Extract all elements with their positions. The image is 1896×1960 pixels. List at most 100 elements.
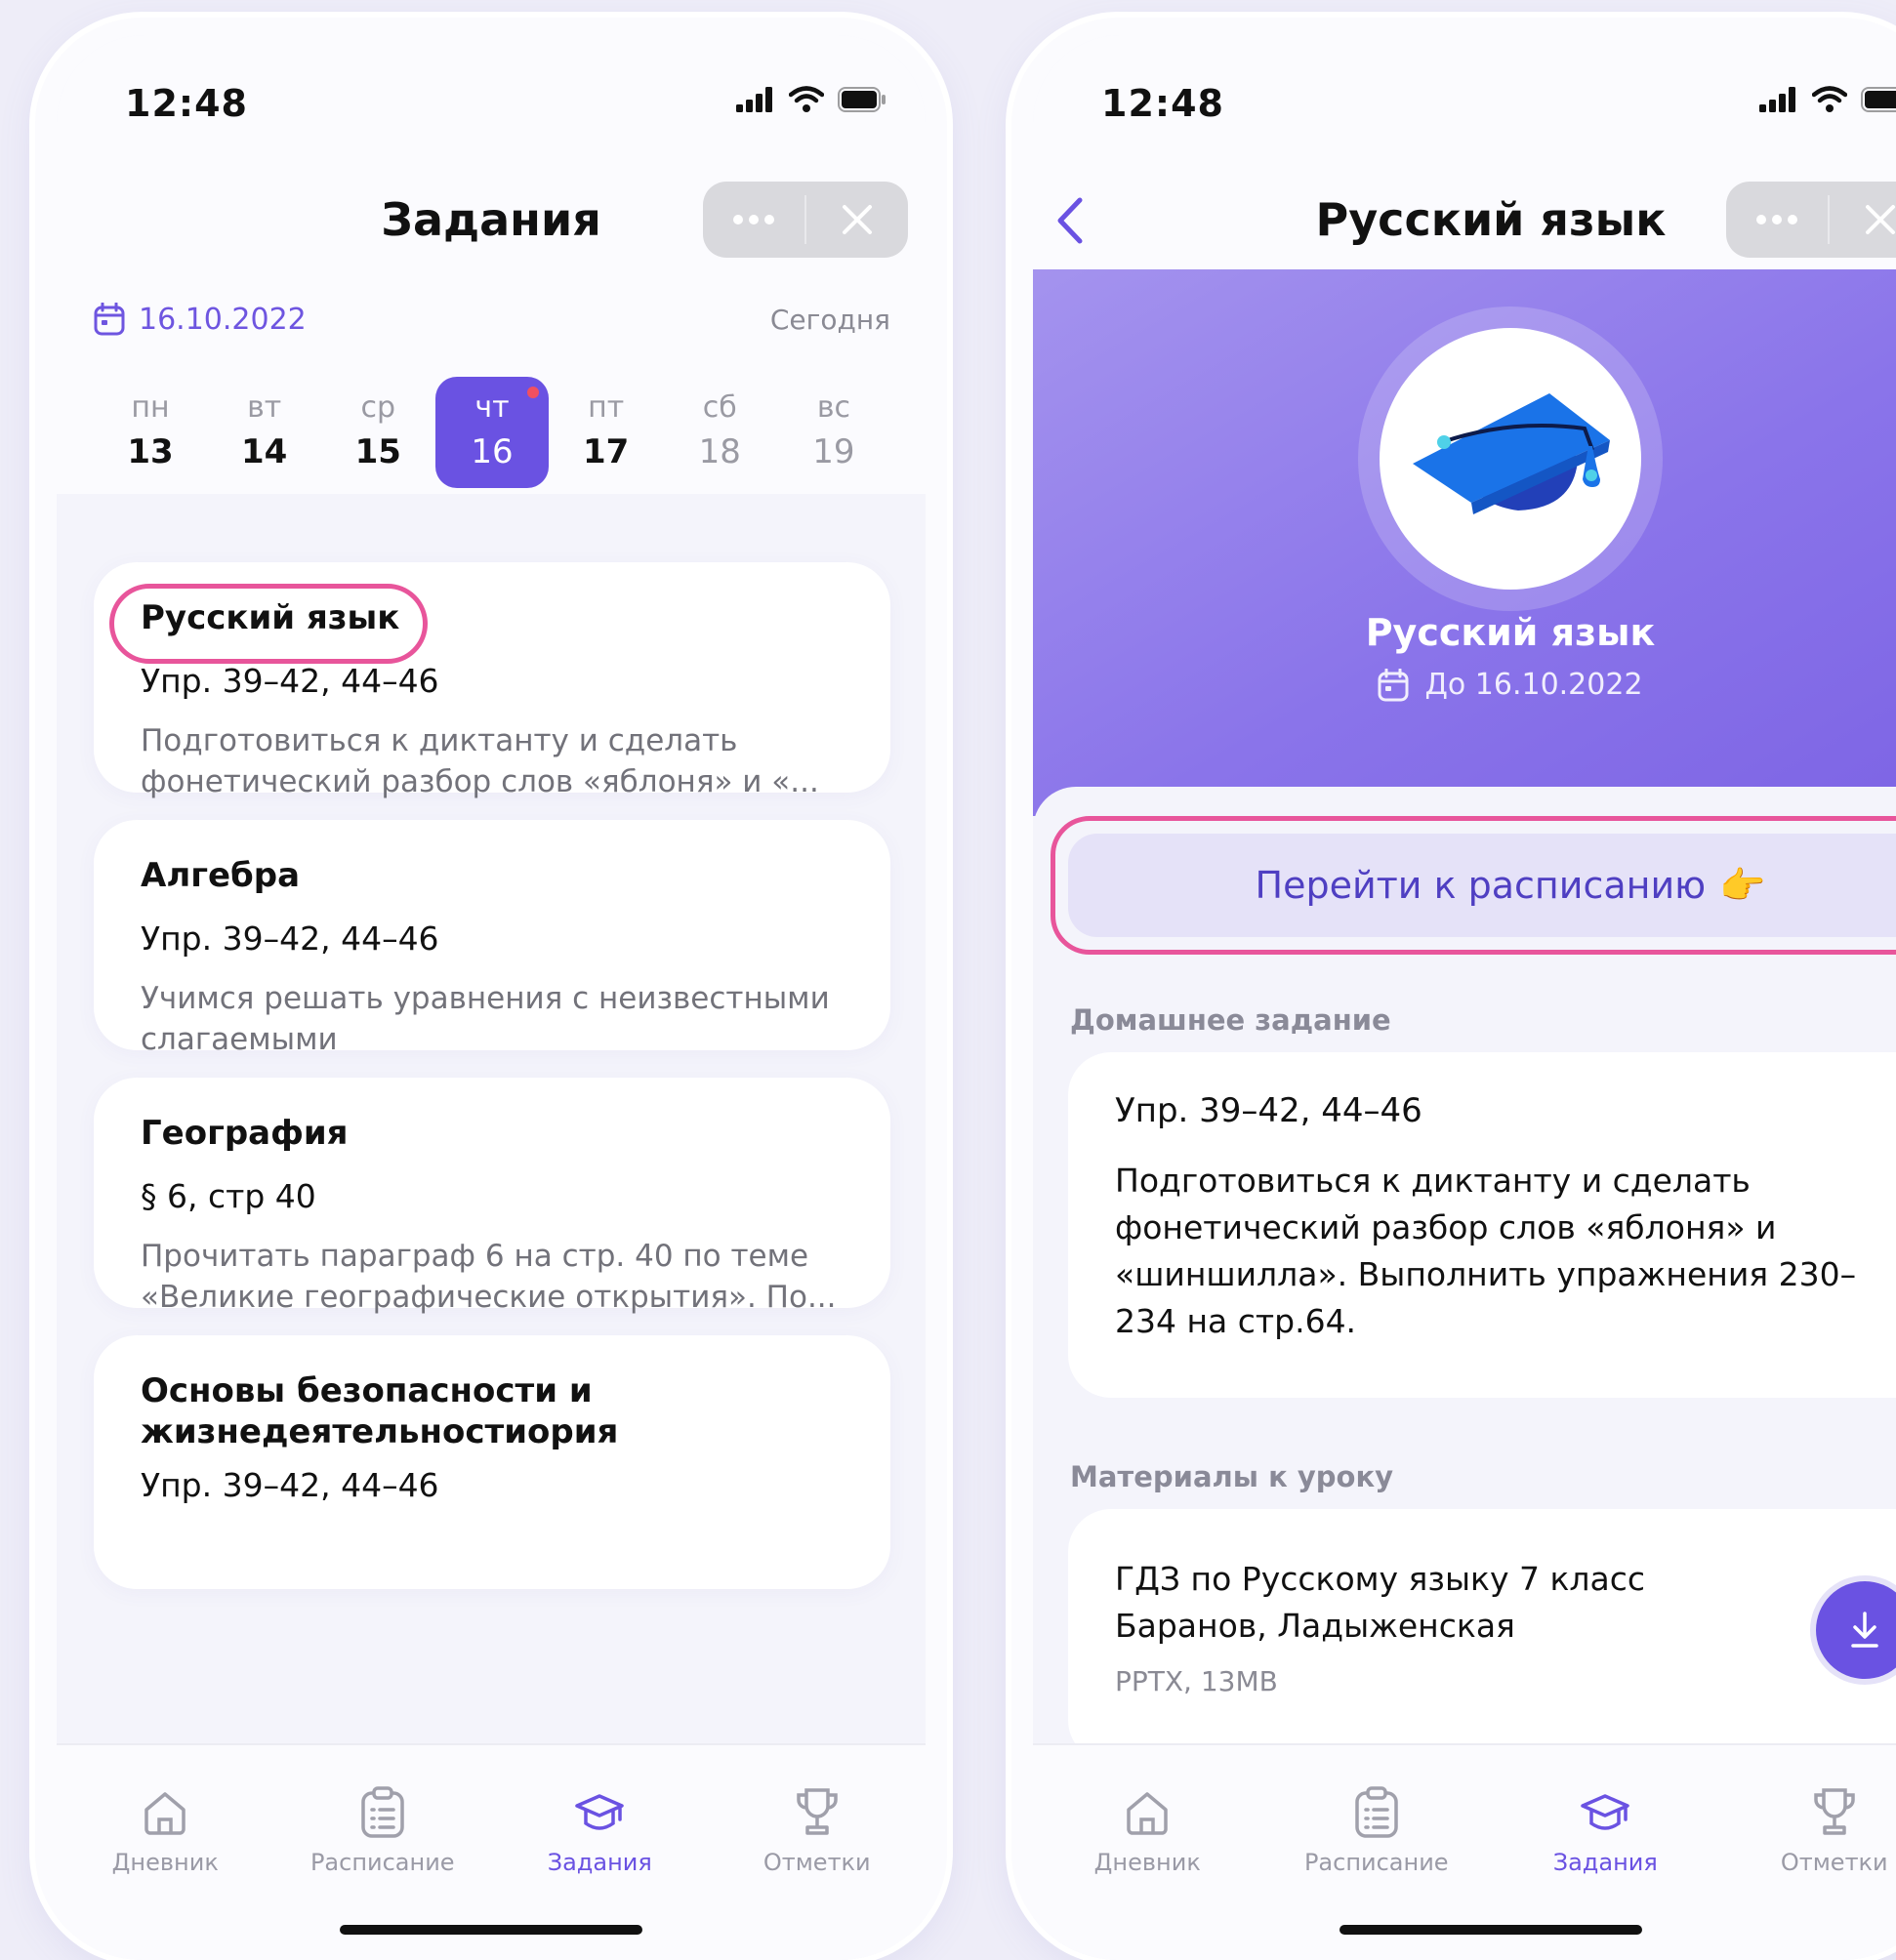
home-icon (144, 1792, 185, 1835)
tab-assignments[interactable]: Задания (1517, 1784, 1693, 1876)
right-phone-screen: 12:48 Русский язык Русский язык До 16.10… (1011, 18, 1896, 1960)
subject-avatar (1380, 328, 1641, 590)
hero-subject: Русский язык (1365, 611, 1656, 654)
battery-icon (838, 87, 886, 112)
trophy-icon (797, 1788, 838, 1835)
signal-icon (736, 87, 772, 112)
download-button[interactable] (1816, 1581, 1896, 1679)
assignment-exercise: Упр. 39–42, 44–46 (141, 1466, 439, 1504)
assignment-description: Подготовиться к диктанту и сделать фонет… (141, 723, 819, 799)
signal-icon (1759, 87, 1795, 112)
notification-dot (526, 387, 539, 398)
day-tue[interactable]: вт 14 (208, 377, 321, 488)
more-icon (733, 215, 774, 225)
tab-diary[interactable]: Дневник (77, 1784, 253, 1876)
day-wed[interactable]: ср 15 (321, 377, 434, 488)
status-time: 12:48 (125, 82, 248, 125)
assignment-card-obzh[interactable]: Основы безопасности и жизнедеятельностио… (94, 1335, 890, 1589)
highlight-ring (109, 584, 428, 664)
tab-label: Отметки (1780, 1849, 1888, 1876)
home-indicator[interactable] (1340, 1925, 1642, 1935)
homework-section-label: Домашнее задание (1070, 1003, 1391, 1037)
more-button[interactable] (703, 182, 804, 258)
trophy-icon (1814, 1788, 1855, 1835)
tab-label: Задания (547, 1849, 652, 1876)
close-button[interactable] (1830, 182, 1896, 258)
calendar-icon (1378, 668, 1409, 701)
tab-label: Дневник (111, 1849, 219, 1876)
clipboard-icon (1355, 1786, 1398, 1838)
tab-label: Расписание (1303, 1849, 1449, 1876)
menu-capsule (703, 182, 908, 258)
menu-capsule (1726, 182, 1896, 258)
pointing-hand-icon: 👉 (1719, 863, 1766, 907)
clipboard-icon (361, 1786, 404, 1838)
today-button[interactable]: Сегодня (770, 304, 890, 336)
graduation-cap-icon (1581, 1794, 1629, 1830)
tab-grades[interactable]: Отметки (1747, 1784, 1896, 1876)
cta-label: Перейти к расписанию (1255, 864, 1707, 907)
day-thu-selected[interactable]: чт 16 (434, 377, 549, 488)
day-fri[interactable]: пт 17 (550, 377, 663, 488)
homework-card: Упр. 39–42, 44–46 Подготовиться к диктан… (1068, 1052, 1896, 1398)
more-icon (1756, 215, 1797, 225)
selected-date[interactable]: 16.10.2022 (139, 303, 307, 337)
subject-hero: Русский язык До 16.10.2022 (1033, 269, 1896, 816)
assignment-description: Учимся решать уравнения с неизвестными с… (141, 981, 830, 1057)
material-card[interactable]: ГДЗ по Русскому языку 7 класс Баранов, Л… (1068, 1509, 1896, 1763)
status-time: 12:48 (1101, 82, 1224, 125)
assignment-card-russian[interactable]: Русский язык Упр. 39–42, 44–46 Подготови… (94, 562, 890, 799)
assignment-subject: Алгебра (141, 856, 301, 895)
assignment-description: Прочитать параграф 6 на стр. 40 по теме … (141, 1239, 837, 1315)
graduation-cap-icon (575, 1794, 624, 1830)
assignment-subject: Основы безопасности и жизнедеятельностио… (141, 1371, 619, 1451)
wifi-icon (1812, 86, 1847, 112)
material-meta: PPTX, 13MB (1115, 1665, 1278, 1697)
day-mon[interactable]: пн 13 (94, 377, 207, 488)
subject-detail-screen: 12:48 Русский язык Русский язык До 16.10… (1033, 35, 1896, 1960)
tab-grades[interactable]: Отметки (729, 1784, 905, 1876)
home-indicator[interactable] (340, 1925, 642, 1935)
close-icon (843, 205, 872, 234)
left-phone-screen: 12:48 Задания 16.10.2022 Сегодня пн 13 в… (35, 18, 947, 1960)
tab-label: Отметки (763, 1849, 871, 1876)
close-button[interactable] (806, 182, 908, 258)
tab-label: Расписание (309, 1849, 455, 1876)
download-icon (1851, 1612, 1878, 1648)
day-sun[interactable]: вс 19 (777, 377, 890, 488)
assignments-screen: 12:48 Задания 16.10.2022 Сегодня пн 13 в… (57, 35, 926, 1960)
tab-label: Дневник (1093, 1849, 1201, 1876)
due-date-text: До 16.10.2022 (1424, 668, 1643, 702)
tab-diary[interactable]: Дневник (1059, 1784, 1235, 1876)
battery-icon (1861, 87, 1896, 112)
more-button[interactable] (1726, 182, 1828, 258)
status-bar: 12:48 (57, 35, 926, 143)
materials-section-label: Материалы к уроку (1070, 1460, 1394, 1493)
calendar-icon (94, 303, 125, 336)
wifi-icon (789, 86, 824, 112)
tab-schedule[interactable]: Расписание (1289, 1784, 1464, 1876)
date-picker: 16.10.2022 Сегодня пн 13 вт 14 ср 15 чт 16 п… (57, 269, 926, 494)
due-date: До 16.10.2022 (1033, 668, 1896, 702)
tab-assignments[interactable]: Задания (512, 1784, 687, 1876)
home-icon (1127, 1792, 1168, 1835)
close-icon (1866, 205, 1895, 234)
assignment-card-algebra[interactable]: Алгебра Упр. 39–42, 44–46 Учимся решать … (94, 820, 890, 1057)
week-strip: пн 13 вт 14 ср 15 чт 16 пт 17 сб 18 вс 19 (94, 377, 890, 490)
status-bar: 12:48 (1033, 35, 1896, 143)
assignment-exercise: § 6, стр 40 (141, 1177, 316, 1215)
header: Задания (57, 143, 926, 269)
assignment-subject: География (141, 1114, 349, 1153)
homework-exercise: Упр. 39–42, 44–46 (1115, 1091, 1422, 1130)
graduation-cap-icon (1413, 393, 1610, 514)
tab-schedule[interactable]: Расписание (295, 1784, 471, 1876)
header: Русский язык (1033, 143, 1896, 269)
go-to-schedule-button[interactable]: Перейти к расписанию 👉 (1068, 834, 1896, 937)
assignment-exercise: Упр. 39–42, 44–46 (141, 919, 439, 958)
assignment-card-geography[interactable]: География § 6, стр 40 Прочитать параграф… (94, 1078, 890, 1315)
homework-description: Подготовиться к диктанту и сделать фонет… (1115, 1162, 1857, 1340)
material-title: ГДЗ по Русскому языку 7 класс Баранов, Л… (1115, 1560, 1645, 1645)
assignment-exercise: Упр. 39–42, 44–46 (141, 662, 439, 700)
day-sat[interactable]: сб 18 (663, 377, 776, 488)
assignment-list: Русский язык Упр. 39–42, 44–46 Подготови… (94, 562, 890, 1616)
